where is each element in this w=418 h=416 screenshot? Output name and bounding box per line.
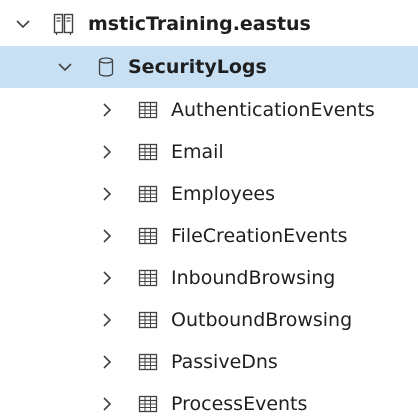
tree-node-table[interactable]: Employees	[0, 173, 418, 215]
chevron-right-icon[interactable]	[98, 269, 116, 287]
tree-node-table[interactable]: AuthenticationEvents	[0, 89, 418, 131]
tree-node-table[interactable]: FileCreationEvents	[0, 215, 418, 257]
chevron-right-icon[interactable]	[98, 227, 116, 245]
tree-node-database[interactable]: SecurityLogs	[0, 46, 418, 88]
tree-node-cluster[interactable]: msticTraining.eastus	[0, 3, 418, 45]
table-icon	[138, 227, 158, 245]
chevron-right-icon[interactable]	[98, 101, 116, 119]
chevron-down-icon[interactable]	[56, 58, 74, 76]
table-label: FileCreationEvents	[171, 225, 348, 247]
chevron-down-icon[interactable]	[14, 15, 32, 33]
table-icon	[138, 269, 158, 287]
tree-node-table[interactable]: OutboundBrowsing	[0, 299, 418, 341]
table-icon	[138, 311, 158, 329]
explorer-tree: msticTraining.eastus SecurityLogs Authen…	[0, 0, 418, 416]
tree-node-table[interactable]: PassiveDns	[0, 341, 418, 383]
table-label: PassiveDns	[171, 351, 278, 373]
tree-node-table[interactable]: InboundBrowsing	[0, 257, 418, 299]
database-icon	[98, 57, 114, 77]
table-icon	[138, 353, 158, 371]
table-label: Email	[171, 141, 224, 163]
chevron-right-icon[interactable]	[98, 143, 116, 161]
table-label: ProcessEvents	[171, 393, 308, 415]
table-label: Employees	[171, 183, 275, 205]
cluster-label: msticTraining.eastus	[88, 13, 311, 35]
table-icon	[138, 395, 158, 413]
chevron-right-icon[interactable]	[98, 353, 116, 371]
chevron-right-icon[interactable]	[98, 395, 116, 413]
table-label: AuthenticationEvents	[171, 99, 375, 121]
table-label: OutboundBrowsing	[171, 309, 353, 331]
table-icon	[138, 185, 158, 203]
table-icon	[138, 143, 158, 161]
table-label: InboundBrowsing	[171, 267, 336, 289]
tree-node-table[interactable]: ProcessEvents	[0, 383, 418, 416]
database-label: SecurityLogs	[128, 56, 267, 78]
tree-node-table[interactable]: Email	[0, 131, 418, 173]
server-cluster-icon	[53, 13, 74, 35]
chevron-right-icon[interactable]	[98, 311, 116, 329]
table-icon	[138, 101, 158, 119]
chevron-right-icon[interactable]	[98, 185, 116, 203]
